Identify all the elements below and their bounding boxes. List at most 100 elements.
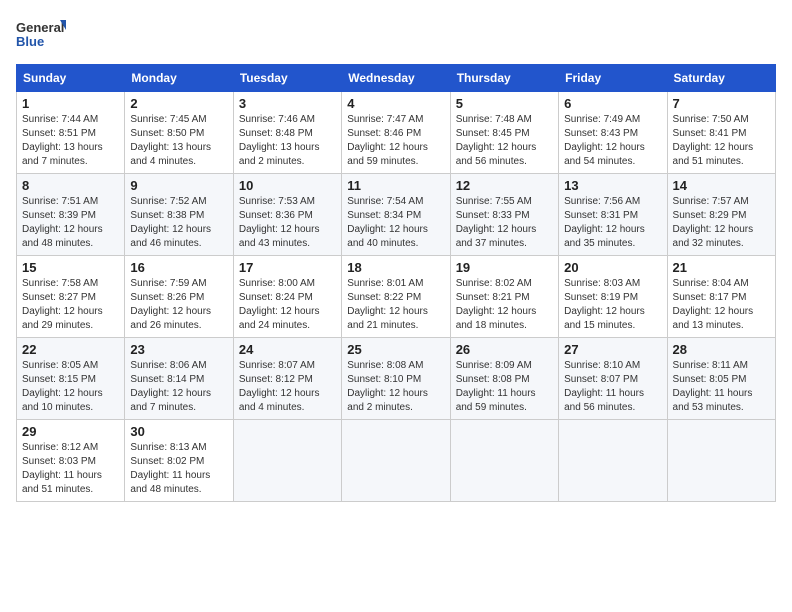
day-cell-2: 2 Sunrise: 7:45 AMSunset: 8:50 PMDayligh…: [125, 92, 233, 174]
day-cell-12: 12 Sunrise: 7:55 AMSunset: 8:33 PMDaylig…: [450, 174, 558, 256]
day-cell-10: 10 Sunrise: 7:53 AMSunset: 8:36 PMDaylig…: [233, 174, 341, 256]
day-cell-21: 21 Sunrise: 8:04 AMSunset: 8:17 PMDaylig…: [667, 256, 775, 338]
day-cell-27: 27 Sunrise: 8:10 AMSunset: 8:07 PMDaylig…: [559, 338, 667, 420]
day-number: 1: [22, 96, 119, 111]
day-number: 20: [564, 260, 661, 275]
day-number: 6: [564, 96, 661, 111]
day-info: Sunrise: 8:09 AMSunset: 8:08 PMDaylight:…: [456, 359, 553, 415]
day-number: 9: [130, 178, 227, 193]
day-number: 11: [347, 178, 444, 193]
day-number: 24: [239, 342, 336, 357]
day-info: Sunrise: 7:45 AMSunset: 8:50 PMDaylight:…: [130, 113, 227, 169]
day-number: 8: [22, 178, 119, 193]
day-info: Sunrise: 8:08 AMSunset: 8:10 PMDaylight:…: [347, 359, 444, 415]
day-cell-7: 7 Sunrise: 7:50 AMSunset: 8:41 PMDayligh…: [667, 92, 775, 174]
day-number: 25: [347, 342, 444, 357]
calendar-header-row: Sunday Monday Tuesday Wednesday Thursday…: [17, 65, 776, 92]
day-info: Sunrise: 8:05 AMSunset: 8:15 PMDaylight:…: [22, 359, 119, 415]
day-info: Sunrise: 7:57 AMSunset: 8:29 PMDaylight:…: [673, 195, 770, 251]
day-cell-9: 9 Sunrise: 7:52 AMSunset: 8:38 PMDayligh…: [125, 174, 233, 256]
day-info: Sunrise: 8:13 AMSunset: 8:02 PMDaylight:…: [130, 441, 227, 497]
col-thursday: Thursday: [450, 65, 558, 92]
day-info: Sunrise: 8:03 AMSunset: 8:19 PMDaylight:…: [564, 277, 661, 333]
day-cell-16: 16 Sunrise: 7:59 AMSunset: 8:26 PMDaylig…: [125, 256, 233, 338]
day-info: Sunrise: 8:06 AMSunset: 8:14 PMDaylight:…: [130, 359, 227, 415]
empty-cell: [342, 420, 450, 502]
calendar-week-2: 8 Sunrise: 7:51 AMSunset: 8:39 PMDayligh…: [17, 174, 776, 256]
day-number: 5: [456, 96, 553, 111]
day-info: Sunrise: 7:55 AMSunset: 8:33 PMDaylight:…: [456, 195, 553, 251]
day-info: Sunrise: 8:01 AMSunset: 8:22 PMDaylight:…: [347, 277, 444, 333]
day-cell-8: 8 Sunrise: 7:51 AMSunset: 8:39 PMDayligh…: [17, 174, 125, 256]
day-info: Sunrise: 7:48 AMSunset: 8:45 PMDaylight:…: [456, 113, 553, 169]
svg-text:General: General: [16, 20, 64, 35]
col-monday: Monday: [125, 65, 233, 92]
day-cell-30: 30 Sunrise: 8:13 AMSunset: 8:02 PMDaylig…: [125, 420, 233, 502]
svg-text:Blue: Blue: [16, 34, 44, 49]
day-number: 15: [22, 260, 119, 275]
day-info: Sunrise: 8:10 AMSunset: 8:07 PMDaylight:…: [564, 359, 661, 415]
day-info: Sunrise: 8:11 AMSunset: 8:05 PMDaylight:…: [673, 359, 770, 415]
col-saturday: Saturday: [667, 65, 775, 92]
day-cell-23: 23 Sunrise: 8:06 AMSunset: 8:14 PMDaylig…: [125, 338, 233, 420]
day-number: 10: [239, 178, 336, 193]
day-cell-20: 20 Sunrise: 8:03 AMSunset: 8:19 PMDaylig…: [559, 256, 667, 338]
day-number: 27: [564, 342, 661, 357]
empty-cell: [233, 420, 341, 502]
day-info: Sunrise: 7:46 AMSunset: 8:48 PMDaylight:…: [239, 113, 336, 169]
day-info: Sunrise: 8:12 AMSunset: 8:03 PMDaylight:…: [22, 441, 119, 497]
calendar-week-1: 1 Sunrise: 7:44 AMSunset: 8:51 PMDayligh…: [17, 92, 776, 174]
day-cell-1: 1 Sunrise: 7:44 AMSunset: 8:51 PMDayligh…: [17, 92, 125, 174]
day-info: Sunrise: 8:07 AMSunset: 8:12 PMDaylight:…: [239, 359, 336, 415]
day-cell-24: 24 Sunrise: 8:07 AMSunset: 8:12 PMDaylig…: [233, 338, 341, 420]
logo: General Blue: [16, 16, 66, 56]
calendar-table: Sunday Monday Tuesday Wednesday Thursday…: [16, 64, 776, 502]
day-info: Sunrise: 8:00 AMSunset: 8:24 PMDaylight:…: [239, 277, 336, 333]
col-sunday: Sunday: [17, 65, 125, 92]
day-info: Sunrise: 7:51 AMSunset: 8:39 PMDaylight:…: [22, 195, 119, 251]
calendar-week-5: 29 Sunrise: 8:12 AMSunset: 8:03 PMDaylig…: [17, 420, 776, 502]
day-info: Sunrise: 7:50 AMSunset: 8:41 PMDaylight:…: [673, 113, 770, 169]
day-number: 21: [673, 260, 770, 275]
day-number: 22: [22, 342, 119, 357]
day-info: Sunrise: 7:58 AMSunset: 8:27 PMDaylight:…: [22, 277, 119, 333]
day-cell-15: 15 Sunrise: 7:58 AMSunset: 8:27 PMDaylig…: [17, 256, 125, 338]
day-cell-29: 29 Sunrise: 8:12 AMSunset: 8:03 PMDaylig…: [17, 420, 125, 502]
day-number: 17: [239, 260, 336, 275]
col-tuesday: Tuesday: [233, 65, 341, 92]
day-cell-26: 26 Sunrise: 8:09 AMSunset: 8:08 PMDaylig…: [450, 338, 558, 420]
empty-cell: [559, 420, 667, 502]
day-number: 30: [130, 424, 227, 439]
logo-svg: General Blue: [16, 16, 66, 56]
day-info: Sunrise: 8:04 AMSunset: 8:17 PMDaylight:…: [673, 277, 770, 333]
day-number: 16: [130, 260, 227, 275]
day-info: Sunrise: 7:49 AMSunset: 8:43 PMDaylight:…: [564, 113, 661, 169]
day-cell-22: 22 Sunrise: 8:05 AMSunset: 8:15 PMDaylig…: [17, 338, 125, 420]
day-info: Sunrise: 7:52 AMSunset: 8:38 PMDaylight:…: [130, 195, 227, 251]
page-header: General Blue: [16, 16, 776, 56]
day-cell-17: 17 Sunrise: 8:00 AMSunset: 8:24 PMDaylig…: [233, 256, 341, 338]
day-info: Sunrise: 7:53 AMSunset: 8:36 PMDaylight:…: [239, 195, 336, 251]
day-number: 29: [22, 424, 119, 439]
day-number: 26: [456, 342, 553, 357]
day-cell-11: 11 Sunrise: 7:54 AMSunset: 8:34 PMDaylig…: [342, 174, 450, 256]
day-cell-25: 25 Sunrise: 8:08 AMSunset: 8:10 PMDaylig…: [342, 338, 450, 420]
day-info: Sunrise: 7:44 AMSunset: 8:51 PMDaylight:…: [22, 113, 119, 169]
day-info: Sunrise: 7:56 AMSunset: 8:31 PMDaylight:…: [564, 195, 661, 251]
day-info: Sunrise: 8:02 AMSunset: 8:21 PMDaylight:…: [456, 277, 553, 333]
calendar-week-3: 15 Sunrise: 7:58 AMSunset: 8:27 PMDaylig…: [17, 256, 776, 338]
day-number: 28: [673, 342, 770, 357]
day-cell-5: 5 Sunrise: 7:48 AMSunset: 8:45 PMDayligh…: [450, 92, 558, 174]
empty-cell: [450, 420, 558, 502]
day-cell-19: 19 Sunrise: 8:02 AMSunset: 8:21 PMDaylig…: [450, 256, 558, 338]
day-cell-4: 4 Sunrise: 7:47 AMSunset: 8:46 PMDayligh…: [342, 92, 450, 174]
day-cell-14: 14 Sunrise: 7:57 AMSunset: 8:29 PMDaylig…: [667, 174, 775, 256]
day-number: 18: [347, 260, 444, 275]
day-info: Sunrise: 7:54 AMSunset: 8:34 PMDaylight:…: [347, 195, 444, 251]
day-number: 3: [239, 96, 336, 111]
day-number: 7: [673, 96, 770, 111]
day-number: 14: [673, 178, 770, 193]
day-info: Sunrise: 7:59 AMSunset: 8:26 PMDaylight:…: [130, 277, 227, 333]
day-number: 4: [347, 96, 444, 111]
day-number: 12: [456, 178, 553, 193]
